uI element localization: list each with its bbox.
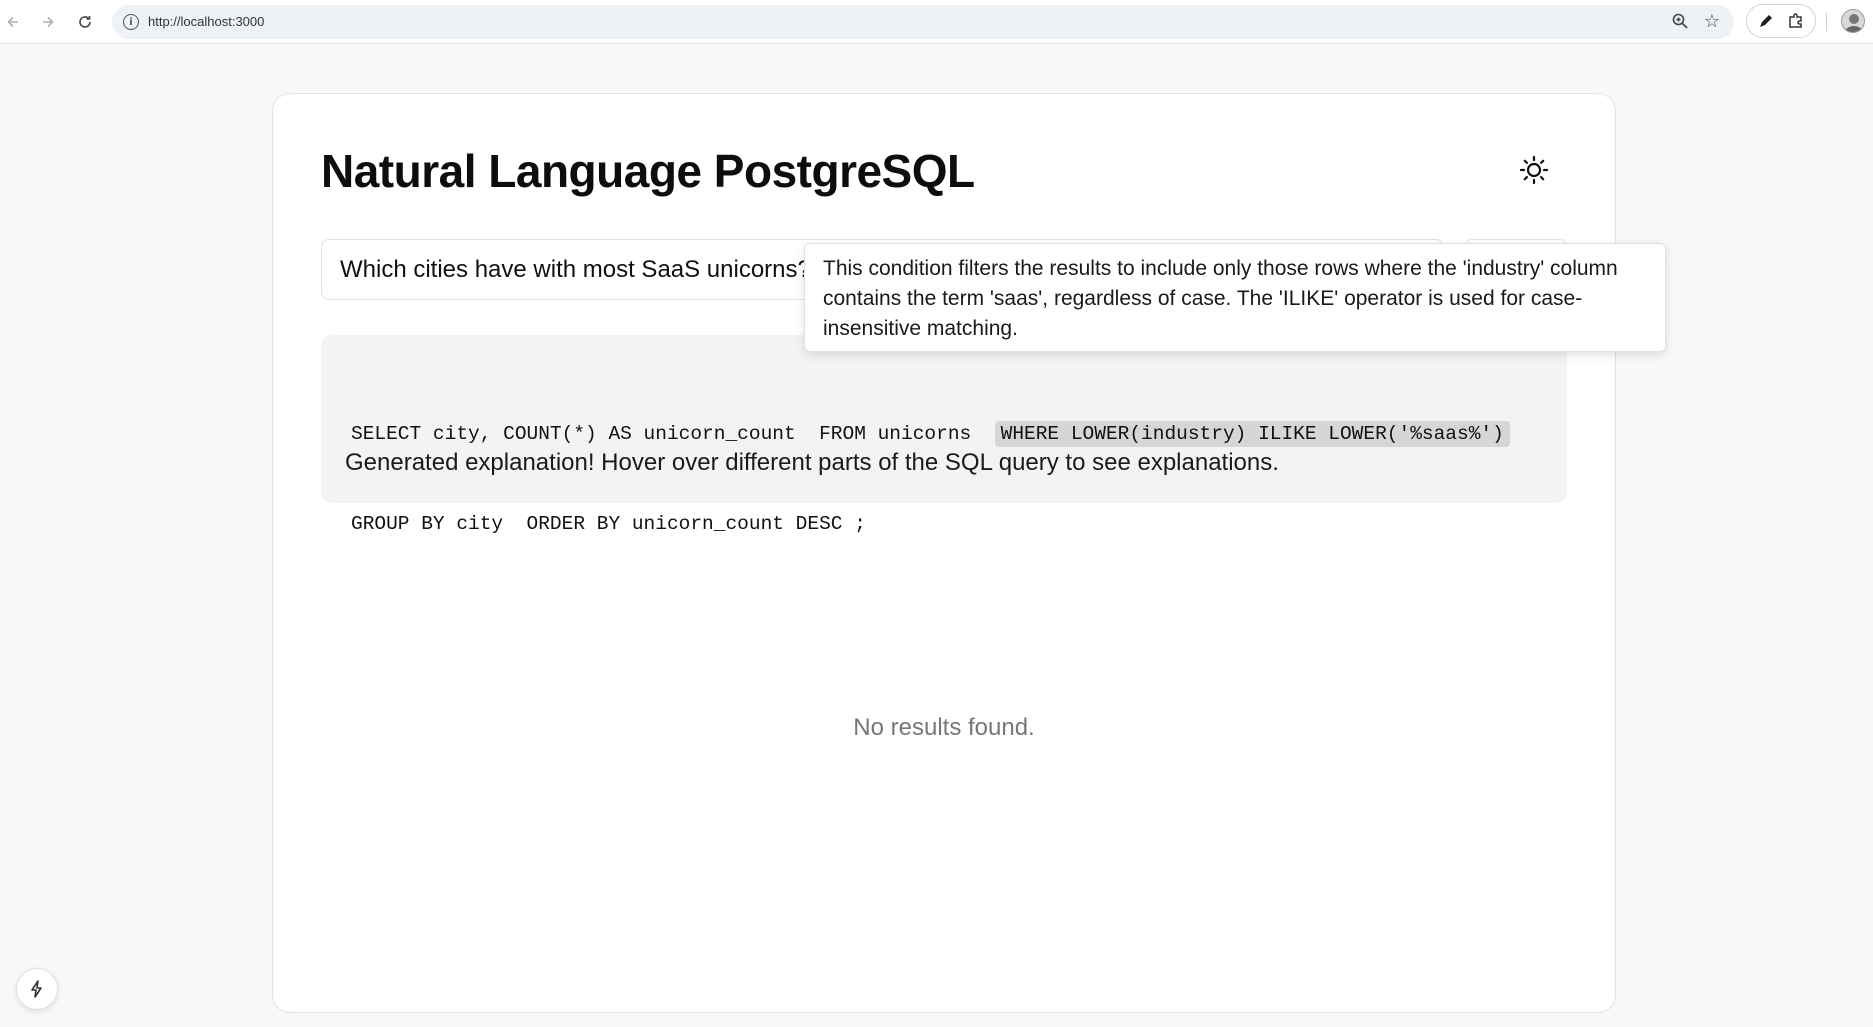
- profile-avatar[interactable]: [1841, 9, 1865, 33]
- toolbar-divider: [1826, 13, 1827, 31]
- reload-icon[interactable]: [72, 9, 98, 35]
- info-icon[interactable]: i: [123, 14, 139, 30]
- url-text[interactable]: http://localhost:3000: [148, 14, 264, 29]
- empty-results-message: No results found.: [853, 714, 1035, 741]
- sun-icon: [1519, 155, 1549, 185]
- explanation-status: Generated explanation! Hover over differ…: [345, 449, 1279, 476]
- sql-part-select[interactable]: SELECT city, COUNT(*) AS unicorn_count: [351, 421, 796, 447]
- pen-icon[interactable]: [1757, 12, 1775, 35]
- main-card: Natural Language PostgreSQL SELECT city,…: [272, 93, 1616, 1013]
- sql-part-group-by[interactable]: GROUP BY city: [351, 511, 503, 537]
- puzzle-icon[interactable]: [1787, 12, 1805, 35]
- star-icon[interactable]: ☆: [1704, 11, 1720, 32]
- browser-toolbar: i http://localhost:3000 ☆: [0, 0, 1873, 44]
- forward-arrow-icon[interactable]: [35, 9, 61, 35]
- sql-panel: SELECT city, COUNT(*) AS unicorn_count F…: [321, 335, 1567, 535]
- back-arrow-icon[interactable]: [0, 9, 26, 35]
- dev-tools-button[interactable]: [16, 968, 58, 1010]
- lightning-icon: [31, 980, 42, 998]
- theme-toggle-button[interactable]: [1518, 154, 1550, 186]
- sql-part-from[interactable]: FROM unicorns: [819, 421, 971, 447]
- zoom-icon[interactable]: [1671, 12, 1689, 35]
- sql-part-order-by[interactable]: ORDER BY unicorn_count DESC: [527, 511, 843, 537]
- sql-line-1: SELECT city, COUNT(*) AS unicorn_count F…: [351, 419, 1510, 449]
- extensions-group: [1746, 4, 1816, 38]
- sql-line-2: GROUP BY city ORDER BY unicorn_count DES…: [351, 509, 1510, 539]
- sql-part-where[interactable]: WHERE LOWER(industry) ILIKE LOWER('%saas…: [994, 421, 1510, 447]
- sql-part-terminator[interactable]: ;: [854, 511, 866, 537]
- address-bar[interactable]: i http://localhost:3000 ☆: [112, 5, 1734, 39]
- page-title: Natural Language PostgreSQL: [321, 145, 975, 197]
- explanation-tooltip: This condition filters the results to in…: [804, 243, 1666, 352]
- sql-query: SELECT city, COUNT(*) AS unicorn_count F…: [351, 359, 1510, 599]
